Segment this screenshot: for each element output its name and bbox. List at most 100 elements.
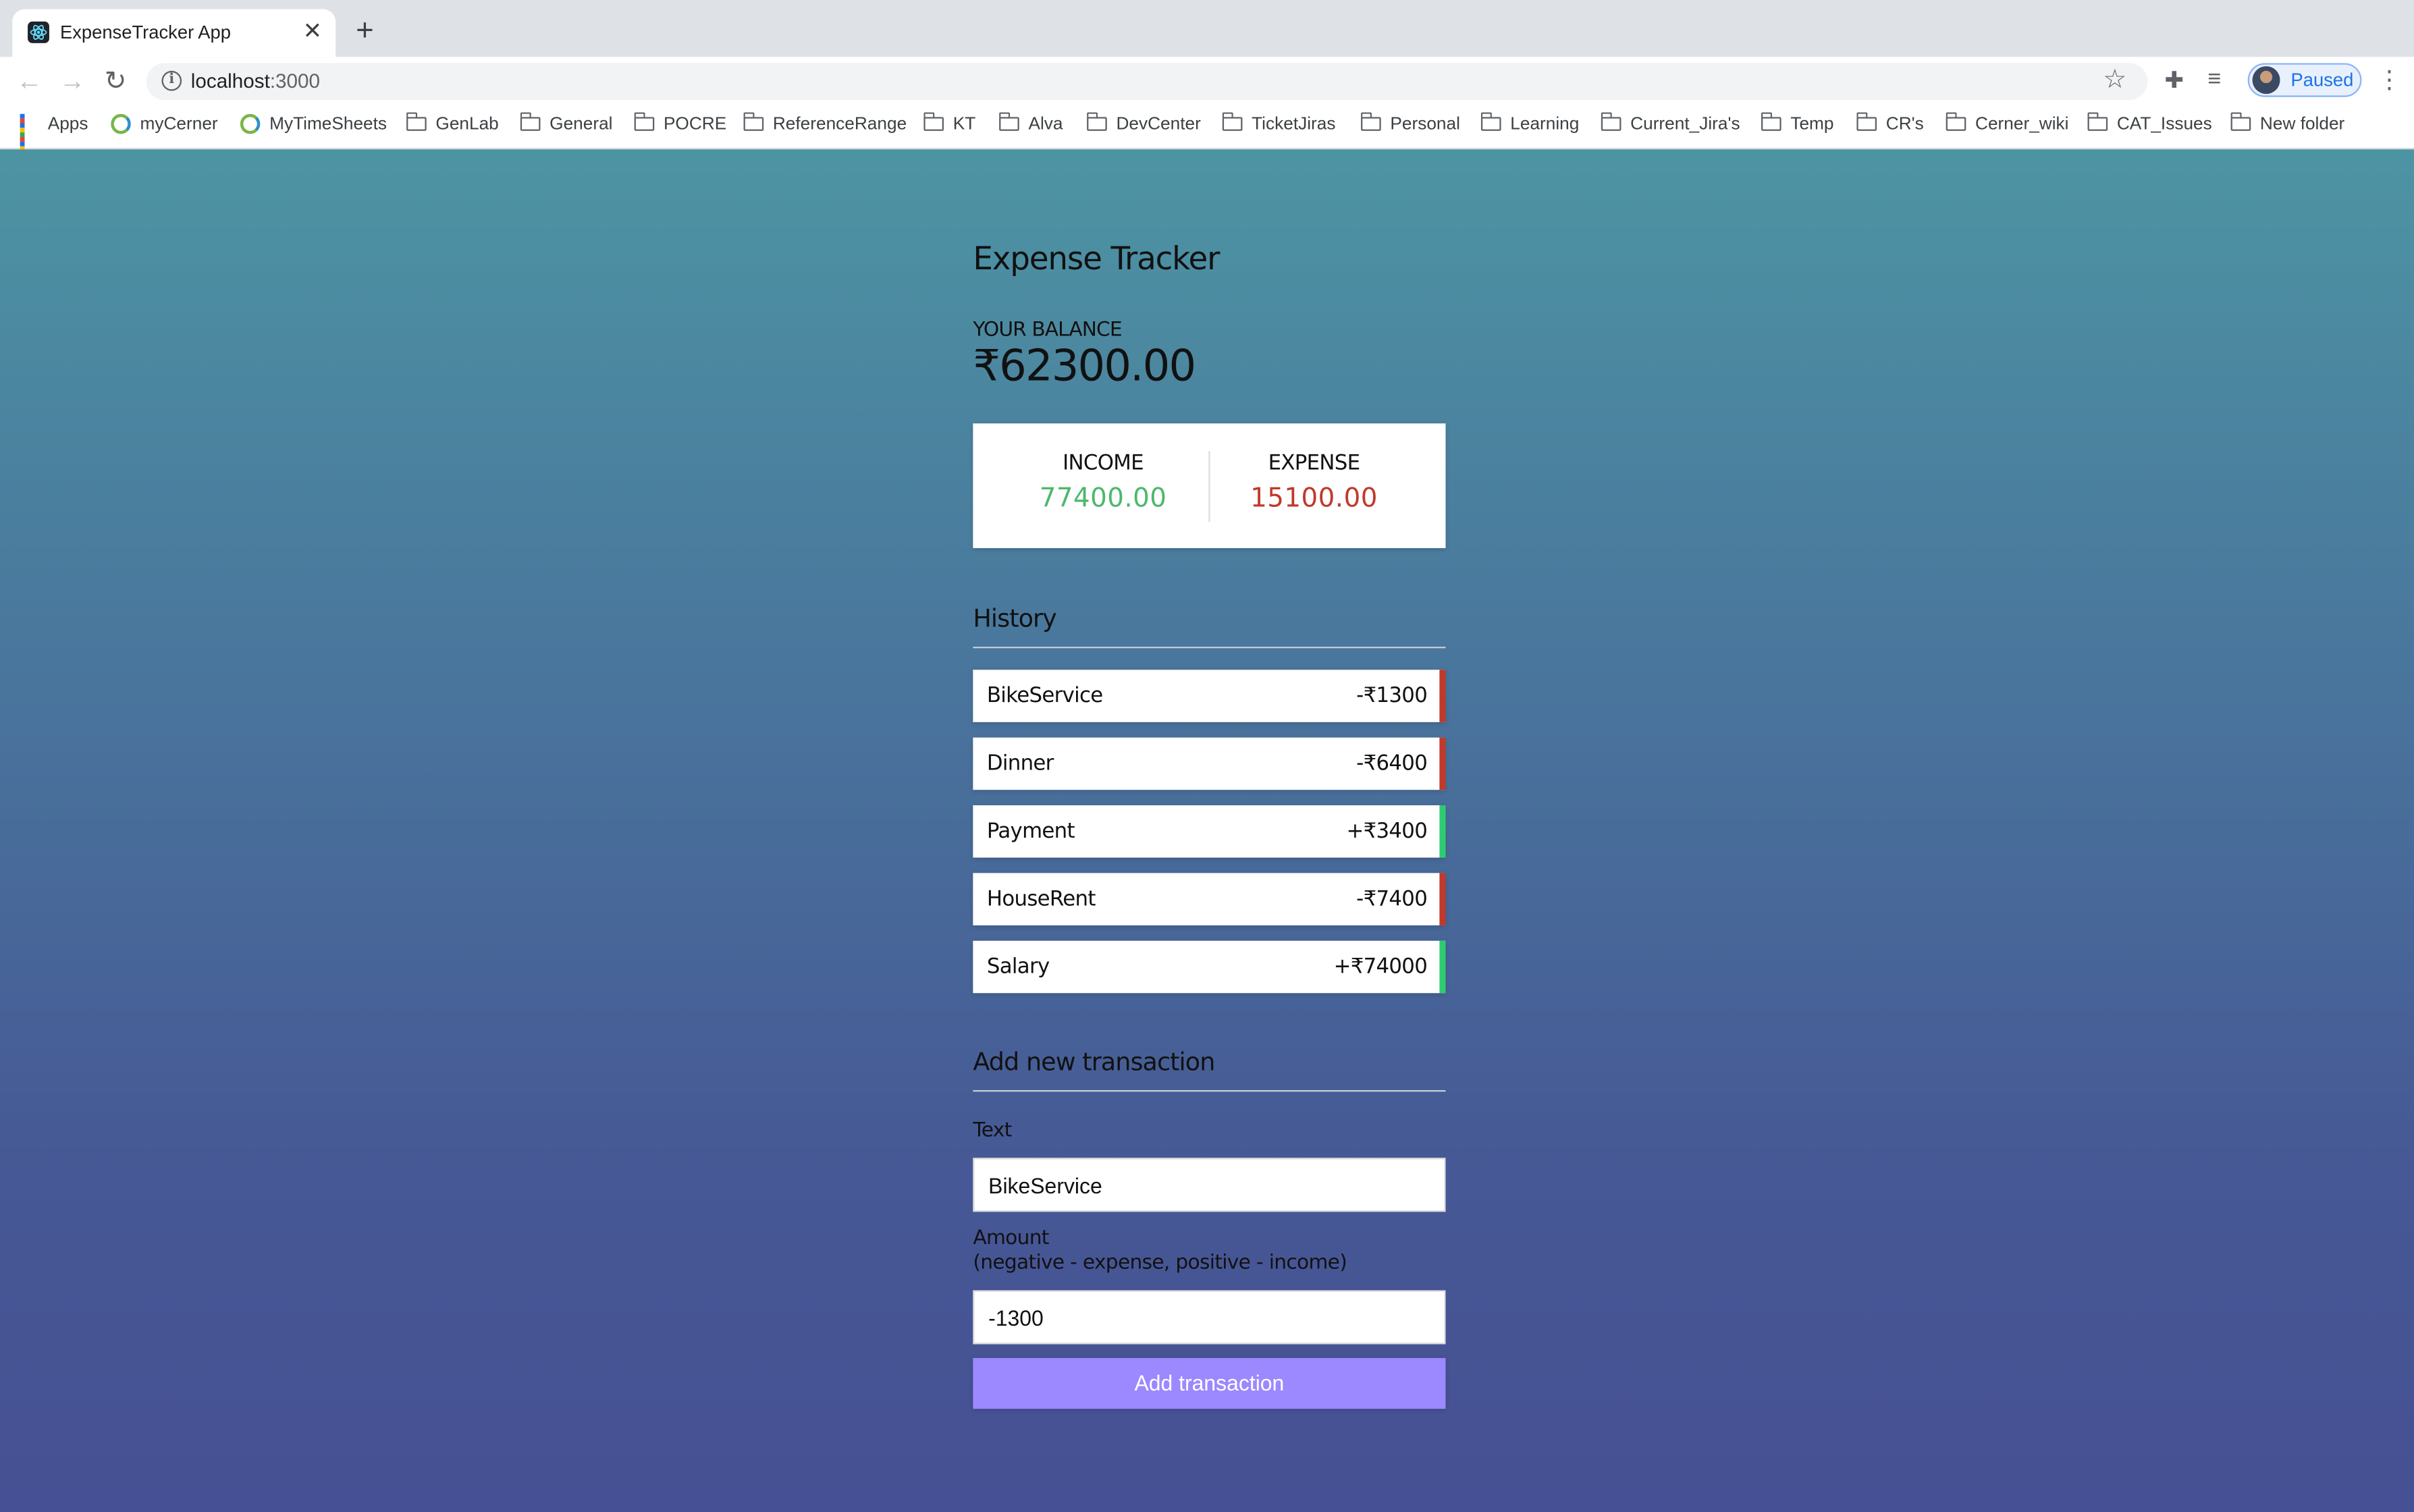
address-bar[interactable]: i localhost:3000 ☆ <box>146 63 2148 101</box>
bookmark-label: Current_Jira's <box>1630 115 1740 134</box>
folder-icon <box>1761 112 1781 130</box>
folder-icon <box>2087 112 2108 130</box>
history-item-amount: +₹74000 <box>1333 954 1428 979</box>
folder-icon <box>1086 112 1107 130</box>
bookmark-item[interactable]: Temp <box>1761 112 1834 143</box>
history-item-text: HouseRent <box>986 886 1096 912</box>
bookmark-label: Cerner_wiki <box>1975 115 2069 134</box>
bookmark-star-icon[interactable]: ☆ <box>2103 65 2126 96</box>
bookmark-label: General <box>549 115 613 134</box>
more-menu-icon[interactable]: ⋮ <box>2377 65 2401 96</box>
balance-label: YOUR BALANCE <box>973 319 1122 342</box>
history-divider <box>973 647 1446 649</box>
folder-icon <box>520 112 541 130</box>
bookmark-label: ReferenceRange <box>772 115 907 134</box>
bookmark-label: Personal <box>1390 115 1460 134</box>
close-icon[interactable]: ✕ <box>298 18 326 46</box>
folder-icon <box>1480 112 1501 130</box>
folder-icon <box>1222 112 1243 130</box>
folder-icon <box>2230 112 2251 130</box>
cerner-icon <box>111 113 131 134</box>
folder-icon <box>998 112 1019 130</box>
bookmark-item[interactable]: General <box>520 112 613 143</box>
folder-icon <box>1601 112 1621 130</box>
bookmark-item[interactable]: POCRE <box>633 112 727 143</box>
bookmark-item[interactable]: DevCenter <box>1086 112 1201 143</box>
bookmark-item[interactable]: CAT_Issues <box>2087 112 2212 143</box>
cerner-icon <box>240 113 261 134</box>
forward-arrow-icon[interactable]: → <box>55 65 89 99</box>
income-expense-card: INCOME 77400.00 EXPENSE 15100.00 <box>973 423 1446 549</box>
back-arrow-icon[interactable]: ← <box>12 65 46 99</box>
bookmark-item[interactable]: Apps <box>20 113 88 156</box>
history-item-amount: -₹1300 <box>1356 683 1428 709</box>
new-tab-button[interactable]: + <box>348 14 381 48</box>
bookmark-item[interactable]: Cerner_wiki <box>1946 112 2069 143</box>
history-item[interactable]: Payment +₹3400 <box>973 805 1446 858</box>
avatar <box>2252 66 2280 94</box>
bookmark-item[interactable]: MyTimeSheets <box>240 113 387 143</box>
folder-icon <box>743 112 764 130</box>
amount-input[interactable]: -1300 <box>973 1290 1446 1345</box>
bookmark-item[interactable]: Alva <box>998 112 1063 143</box>
bookmark-item[interactable]: TicketJiras <box>1222 112 1336 143</box>
history-item-amount: -₹7400 <box>1356 886 1428 912</box>
history-item[interactable]: HouseRent -₹7400 <box>973 873 1446 925</box>
url-port: :3000 <box>269 69 321 92</box>
bookmark-label: Temp <box>1790 115 1834 134</box>
bookmark-item[interactable]: Learning <box>1480 112 1580 143</box>
amount-field-label: Amount <box>973 1227 1049 1251</box>
bookmark-item[interactable]: New folder <box>2230 112 2344 143</box>
history-item-text: Dinner <box>986 751 1054 776</box>
browser-tab-strip: ExpenseTracker App ✕ + <box>0 0 2414 57</box>
history-title: History <box>973 603 1056 633</box>
text-input[interactable]: BikeService <box>973 1158 1446 1212</box>
app-title: Expense Tracker <box>973 240 1220 277</box>
reload-icon[interactable]: ↻ <box>99 65 132 99</box>
bookmark-item[interactable]: Personal <box>1360 112 1460 143</box>
bookmark-label: Learning <box>1510 115 1580 134</box>
bookmark-item[interactable]: ReferenceRange <box>743 112 907 143</box>
expense-column: EXPENSE 15100.00 <box>1196 423 1432 548</box>
folder-icon <box>1856 112 1877 130</box>
browser-tab[interactable]: ExpenseTracker App ✕ <box>12 9 336 57</box>
history-item-text: Payment <box>986 819 1075 844</box>
bookmark-label: GenLab <box>435 115 499 134</box>
bookmark-label: MyTimeSheets <box>269 115 387 134</box>
add-transaction-button[interactable]: Add transaction <box>973 1357 1446 1409</box>
amount-field-hint: (negative - expense, positive - income) <box>973 1251 1347 1275</box>
profile-status: Paused <box>2290 69 2354 91</box>
site-info-icon[interactable]: i <box>161 70 182 91</box>
bookmark-item[interactable]: myCerner <box>111 113 218 143</box>
bookmark-item[interactable]: Current_Jira's <box>1601 112 1740 143</box>
bookmark-label: CAT_Issues <box>2116 115 2212 134</box>
url-host: localhost <box>190 69 270 92</box>
balance-value: ₹62300.00 <box>973 340 1196 392</box>
folder-icon <box>1946 112 1966 130</box>
url-text[interactable]: localhost:3000 <box>191 70 320 92</box>
history-item-amount: -₹6400 <box>1356 751 1428 776</box>
history-item[interactable]: Salary +₹74000 <box>973 940 1446 994</box>
add-transaction-button-label: Add transaction <box>1134 1370 1285 1395</box>
history-item[interactable]: Dinner -₹6400 <box>973 737 1446 790</box>
media-queue-icon[interactable]: ≡ <box>2207 66 2221 92</box>
tab-title: ExpenseTracker App <box>59 21 231 43</box>
bookmark-label: myCerner <box>140 115 218 134</box>
bookmarks-bar: Apps myCerner MyTimeSheets GenLab General POC… <box>0 107 2414 156</box>
bookmark-label: POCRE <box>663 115 727 134</box>
folder-icon <box>633 112 655 130</box>
history-item-text: Salary <box>986 954 1050 979</box>
income-value: 77400.00 <box>1039 483 1167 514</box>
bookmark-label: KT <box>953 115 976 134</box>
text-input-value: BikeService <box>988 1173 1102 1198</box>
folder-icon <box>1360 112 1381 130</box>
apps-grid-icon <box>20 113 38 156</box>
bookmark-item[interactable]: KT <box>923 112 976 143</box>
text-field-label: Text <box>973 1119 1012 1143</box>
bookmark-item[interactable]: GenLab <box>406 112 499 143</box>
history-item[interactable]: BikeService -₹1300 <box>973 670 1446 722</box>
bookmark-item[interactable]: CR's <box>1856 112 1924 143</box>
folder-icon <box>923 112 944 130</box>
extensions-puzzle-icon[interactable]: ✚ <box>2165 66 2184 94</box>
profile-button[interactable]: Paused <box>2247 63 2362 97</box>
